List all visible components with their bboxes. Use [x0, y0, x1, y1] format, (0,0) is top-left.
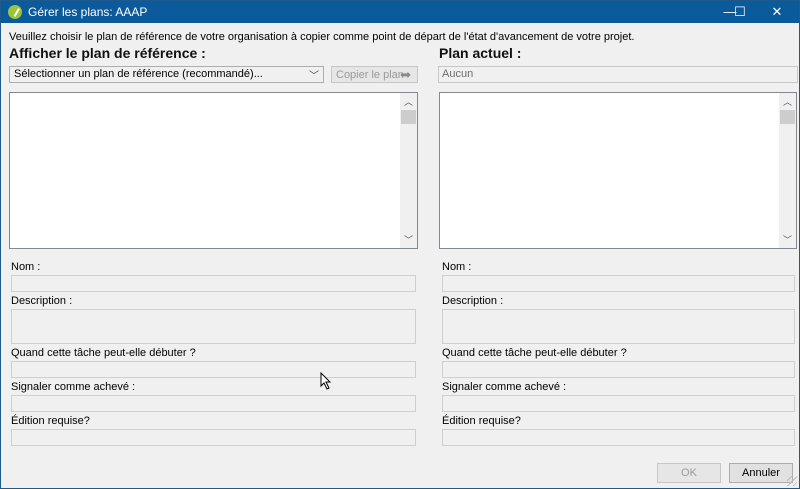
right-complete-field — [442, 395, 795, 412]
ok-button[interactable]: OK — [657, 463, 721, 483]
reference-plan-select-value: Sélectionner un plan de référence (recom… — [14, 68, 263, 80]
reference-list-scrollbar[interactable]: ︿ ﹀ — [400, 93, 417, 248]
copy-plan-button[interactable]: Copier le plan ➡ — [331, 66, 418, 83]
instructions-text: Veuillez choisir le plan de référence de… — [9, 31, 635, 43]
left-complete-field — [11, 395, 416, 412]
mouse-cursor-icon — [320, 372, 332, 390]
current-plan-field: Aucun — [438, 66, 798, 83]
reference-plan-list[interactable]: ︿ ﹀ — [9, 92, 418, 249]
right-complete-label: Signaler comme achevé : — [442, 381, 567, 393]
right-name-label: Nom : — [442, 261, 472, 273]
scroll-thumb[interactable] — [780, 110, 795, 124]
chevron-down-icon[interactable]: ﹀ — [779, 233, 796, 246]
maximize-button[interactable]: ☐ — [725, 1, 755, 23]
manage-plans-dialog: Gérer les plans: AAAP — ☐ ✕ Veuillez cho… — [0, 0, 800, 489]
window-title: Gérer les plans: AAAP — [28, 5, 148, 19]
chevron-down-icon[interactable]: ﹀ — [400, 233, 417, 246]
current-plan-title: Plan actuel : — [439, 45, 522, 61]
left-edit-field — [11, 429, 416, 446]
reference-plan-select[interactable]: Sélectionner un plan de référence (recom… — [9, 66, 324, 83]
right-name-field — [442, 275, 795, 292]
current-plan-list[interactable]: ︿ ﹀ — [439, 92, 797, 249]
left-name-label: Nom : — [11, 261, 41, 273]
resize-grip-icon[interactable] — [787, 476, 797, 486]
right-edit-field — [442, 429, 795, 446]
left-name-field — [11, 275, 416, 292]
left-start-field — [11, 361, 416, 378]
right-start-label: Quand cette tâche peut-elle débuter ? — [442, 347, 627, 359]
left-complete-label: Signaler comme achevé : — [11, 381, 136, 393]
right-start-field — [442, 361, 795, 378]
close-button[interactable]: ✕ — [757, 1, 797, 23]
right-edit-label: Édition requise? — [442, 415, 521, 427]
chevron-up-icon[interactable]: ︿ — [400, 95, 417, 108]
left-description-field — [11, 309, 416, 344]
cancel-button[interactable]: Annuler — [729, 463, 793, 483]
arrow-right-icon: ➡ — [400, 67, 411, 82]
right-description-field — [442, 309, 795, 344]
right-description-label: Description : — [442, 295, 504, 307]
chevron-down-icon: ﹀ — [309, 71, 319, 82]
scroll-thumb[interactable] — [401, 110, 416, 124]
left-edit-label: Édition requise? — [11, 415, 90, 427]
left-description-label: Description : — [11, 295, 73, 307]
current-list-scrollbar[interactable]: ︿ ﹀ — [779, 93, 796, 248]
left-start-label: Quand cette tâche peut-elle débuter ? — [11, 347, 196, 359]
app-logo-icon — [8, 5, 22, 19]
reference-plan-title: Afficher le plan de référence : — [9, 45, 206, 61]
title-bar[interactable]: Gérer les plans: AAAP — ☐ ✕ — [1, 1, 799, 23]
chevron-up-icon[interactable]: ︿ — [779, 95, 796, 108]
copy-plan-label: Copier le plan — [336, 69, 404, 81]
